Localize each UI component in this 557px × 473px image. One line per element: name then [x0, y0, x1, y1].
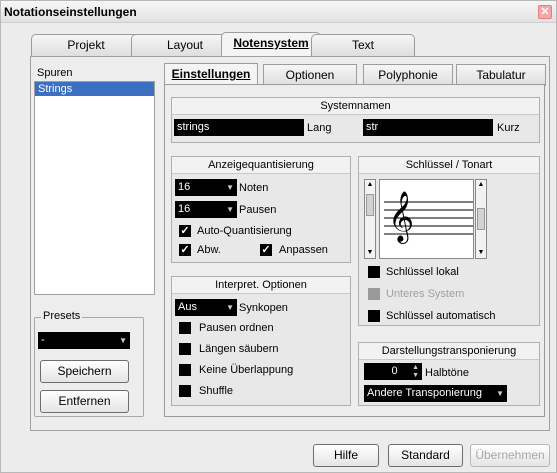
clean-lengths-checkbox[interactable]: [179, 343, 191, 355]
auto-quantize-checkbox[interactable]: ✓: [179, 225, 191, 237]
scroll-up-icon[interactable]: ▲: [365, 180, 375, 190]
semitones-value: 0: [391, 365, 398, 377]
other-transpose-select[interactable]: Andere Transponierung ▼: [364, 385, 507, 402]
close-icon: ✕: [540, 6, 550, 18]
chevron-down-icon: ▼: [494, 385, 504, 402]
tab-label: Tabulatur: [476, 68, 526, 82]
syncopation-label: Synkopen: [239, 302, 288, 314]
clef-scrollbar[interactable]: ▲ ▼: [364, 179, 376, 259]
close-button[interactable]: ✕: [538, 5, 552, 19]
no-overlap-label: Keine Überlappung: [199, 364, 294, 376]
title-bar: Notationseinstellungen ✕: [1, 1, 556, 23]
tab-optionen[interactable]: Optionen: [263, 64, 357, 86]
clean-lengths-label: Längen säubern: [199, 343, 279, 355]
clef-preview: 𝄞: [379, 179, 474, 259]
long-name-label: Lang: [307, 122, 332, 134]
spinner-arrows-icon[interactable]: ▲ ▼: [412, 364, 419, 380]
syncopation-select[interactable]: Aus ▼: [175, 299, 237, 316]
auto-quantize-label: Auto-Quantisierung: [197, 225, 292, 237]
standard-button[interactable]: Standard: [388, 444, 463, 467]
display-quantize-title: Anzeigequantisierung: [172, 157, 350, 174]
tab-projekt[interactable]: Projekt: [31, 34, 141, 56]
tab-label: Notensystem: [233, 36, 309, 50]
tab-label: Projekt: [67, 38, 105, 52]
no-overlap-checkbox[interactable]: [179, 364, 191, 376]
auto-clef-checkbox[interactable]: [368, 310, 380, 322]
consolidate-rests-label: Pausen ordnen: [199, 322, 274, 334]
shuffle-label: Shuffle: [199, 385, 234, 397]
chevron-down-icon: ▼: [226, 183, 234, 192]
short-name-label: Kurz: [497, 122, 520, 134]
adapt-checkbox[interactable]: ✓: [260, 244, 272, 256]
interpret-options-section: Interpret. Optionen: [171, 276, 351, 406]
rests-label: Pausen: [239, 204, 277, 216]
scroll-down-icon[interactable]: ▼: [365, 248, 375, 258]
rests-quantize-value: 16: [178, 203, 191, 215]
settings-dialog: Notationseinstellungen ✕ Projekt Layout …: [0, 0, 557, 473]
chevron-down-icon: ▼: [119, 336, 127, 345]
consolidate-rests-checkbox[interactable]: [179, 322, 191, 334]
key-scroll-thumb[interactable]: [477, 208, 485, 230]
tab-label: Einstellungen: [171, 67, 251, 81]
notes-quantize-value: 16: [178, 181, 191, 193]
notes-label: Noten: [239, 182, 269, 194]
tab-label: Optionen: [285, 68, 335, 82]
tab-label: Layout: [166, 38, 204, 52]
list-item[interactable]: Strings: [35, 82, 154, 96]
save-preset-button[interactable]: Speichern: [40, 360, 129, 383]
presets-legend: Presets: [41, 310, 83, 322]
clef-scroll-thumb[interactable]: [366, 194, 374, 216]
tab-text[interactable]: Text: [311, 34, 415, 56]
local-clef-checkbox[interactable]: [368, 266, 380, 278]
interpret-options-title: Interpret. Optionen: [172, 277, 350, 294]
chevron-down-icon: ▼: [226, 205, 234, 214]
deviation-checkbox[interactable]: ✓: [179, 244, 191, 256]
presets-select[interactable]: - ▼: [38, 332, 130, 349]
semitones-label: Halbtöne: [425, 367, 470, 379]
tab-polyphonie[interactable]: Polyphonie: [363, 64, 453, 86]
presets-value: -: [41, 334, 45, 346]
semitones-input[interactable]: 0 ▲ ▼: [364, 363, 422, 380]
notes-quantize-select[interactable]: 16 ▼: [175, 179, 237, 196]
chevron-down-icon: ▼: [226, 303, 234, 312]
staff-names-title: Systemnamen: [172, 98, 539, 115]
staves-header: Spuren: [37, 67, 73, 79]
staves-list[interactable]: Strings: [34, 81, 155, 295]
remove-preset-button[interactable]: Entfernen: [40, 390, 129, 413]
deviation-label: Abw.: [197, 244, 221, 256]
scroll-down-icon[interactable]: ▼: [476, 248, 486, 258]
short-name-input[interactable]: str: [363, 119, 493, 136]
syncopation-value: Aus: [178, 301, 197, 313]
apply-button[interactable]: Übernehmen: [470, 444, 550, 467]
shuffle-checkbox[interactable]: [179, 385, 191, 397]
local-clef-label: Schlüssel lokal: [386, 266, 459, 278]
treble-clef-icon: 𝄞: [388, 191, 415, 242]
display-transpose-title: Darstellungstransponierung: [359, 343, 539, 360]
window-title: Notationseinstellungen: [4, 5, 137, 19]
tab-label: Text: [351, 38, 374, 52]
adapt-label: Anpassen: [279, 244, 328, 256]
lower-staff-checkbox[interactable]: [368, 288, 380, 300]
auto-clef-label: Schlüssel automatisch: [386, 310, 496, 322]
key-scrollbar[interactable]: ▲ ▼: [475, 179, 487, 259]
help-button[interactable]: Hilfe: [313, 444, 379, 467]
tab-notensystem[interactable]: Notensystem: [221, 32, 321, 56]
rests-quantize-select[interactable]: 16 ▼: [175, 201, 237, 218]
clef-key-title: Schlüssel / Tonart: [359, 157, 539, 174]
long-name-input[interactable]: strings: [174, 119, 304, 136]
scroll-up-icon[interactable]: ▲: [476, 180, 486, 190]
other-transpose-value: Andere Transponierung: [367, 387, 482, 399]
tab-label: Polyphonie: [378, 68, 438, 82]
lower-staff-label: Unteres System: [386, 288, 465, 300]
tab-tabulatur[interactable]: Tabulatur: [456, 64, 546, 86]
